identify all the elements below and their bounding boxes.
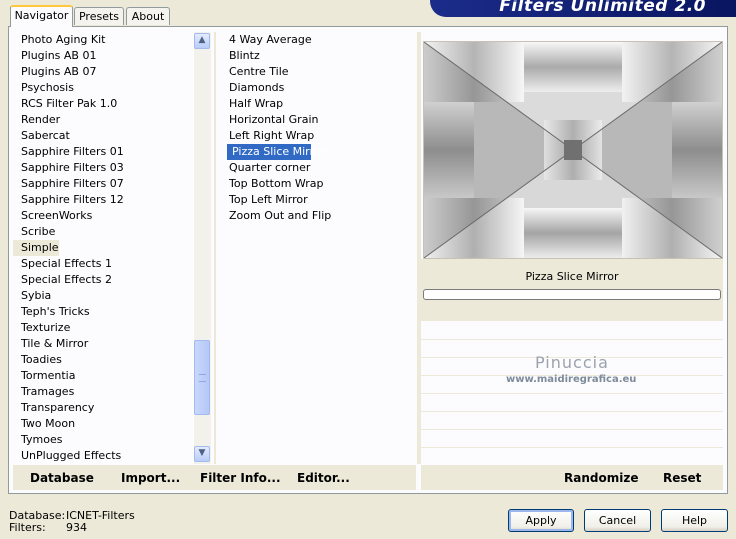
filter-preview: [423, 41, 723, 259]
randomize-button[interactable]: Randomize: [564, 471, 638, 485]
category-item[interactable]: Plugins AB 07: [13, 64, 193, 80]
category-item[interactable]: Toadies: [13, 352, 193, 368]
category-item[interactable]: ScreenWorks: [13, 208, 193, 224]
filter-item[interactable]: Top Bottom Wrap: [224, 176, 414, 192]
category-item[interactable]: Tymoes: [13, 432, 193, 448]
category-item[interactable]: Sapphire Filters 12: [13, 192, 193, 208]
category-item[interactable]: Photo Aging Kit: [13, 32, 193, 48]
filter-item[interactable]: Left Right Wrap: [224, 128, 414, 144]
param-row: [421, 412, 723, 430]
category-item[interactable]: Tramages: [13, 384, 193, 400]
editor-button[interactable]: Editor...: [297, 471, 350, 485]
cancel-button[interactable]: Cancel: [584, 509, 651, 532]
param-row: [421, 430, 723, 448]
param-row: [421, 322, 723, 340]
category-item[interactable]: Tile & Mirror: [13, 336, 193, 352]
category-item[interactable]: Tormentia: [13, 368, 193, 384]
filter-item[interactable]: Half Wrap: [224, 96, 414, 112]
category-item[interactable]: Psychosis: [13, 80, 193, 96]
filter-item[interactable]: 4 Way Average: [224, 32, 414, 48]
filter-item[interactable]: Pizza Slice Mirror: [227, 144, 325, 160]
category-item[interactable]: RCS Filter Pak 1.0: [13, 96, 193, 112]
filter-item[interactable]: Quarter corner: [224, 160, 414, 176]
category-item[interactable]: Sybia: [13, 288, 193, 304]
reset-button[interactable]: Reset: [663, 471, 701, 485]
scroll-down-button[interactable]: ▼: [194, 446, 210, 462]
preview-image: [424, 42, 722, 258]
category-item[interactable]: Render: [13, 112, 193, 128]
left-button-bar: Database Import... Filter Info... Editor…: [13, 465, 416, 490]
scroll-up-button[interactable]: ▲: [194, 33, 210, 49]
scroll-thumb[interactable]: [194, 340, 210, 415]
tab-presets[interactable]: Presets: [74, 7, 124, 25]
watermark-name: Pinuccia: [535, 353, 609, 372]
category-item[interactable]: Sapphire Filters 03: [13, 160, 193, 176]
right-button-bar: Randomize Reset: [421, 465, 723, 490]
filter-item[interactable]: Horizontal Grain: [224, 112, 414, 128]
apply-button[interactable]: Apply: [508, 509, 574, 532]
category-item[interactable]: Sapphire Filters 01: [13, 144, 193, 160]
status-filters: Filters: 934: [9, 521, 87, 534]
filter-item[interactable]: Top Left Mirror: [224, 192, 414, 208]
tab-navigator[interactable]: Navigator: [10, 5, 73, 27]
filter-item[interactable]: Diamonds: [224, 80, 414, 96]
filter-item[interactable]: Centre Tile: [224, 64, 414, 80]
category-list[interactable]: Photo Aging Kit Plugins AB 01 Plugins AB 0…: [13, 32, 193, 464]
category-item[interactable]: Sapphire Filters 07: [13, 176, 193, 192]
app-title: Filters Unlimited 2.0: [499, 0, 706, 16]
title-banner: Filters Unlimited 2.0: [430, 0, 736, 17]
filter-list[interactable]: 4 Way Average Blintz Centre Tile Diamonds Ha…: [224, 32, 414, 224]
database-button[interactable]: Database: [30, 471, 94, 485]
category-scrollbar[interactable]: ▲ ▼: [193, 32, 211, 464]
progress-bar: [423, 289, 721, 300]
category-item[interactable]: Special Effects 2: [13, 272, 193, 288]
help-button[interactable]: Help: [661, 509, 728, 532]
grip-icon: [199, 374, 206, 382]
param-row: [421, 394, 723, 412]
category-item[interactable]: UnPlugged Effects: [13, 448, 193, 464]
filter-info-button[interactable]: Filter Info...: [200, 471, 281, 485]
filters-label: Filters:: [9, 521, 46, 534]
category-item[interactable]: Simple: [13, 240, 59, 256]
tab-about[interactable]: About: [126, 7, 170, 25]
category-item[interactable]: Sabercat: [13, 128, 193, 144]
watermark-url: www.maidiregrafica.eu: [506, 374, 637, 385]
filter-item[interactable]: Blintz: [224, 48, 414, 64]
parameter-area: [421, 322, 723, 466]
preview-filter-name: Pizza Slice Mirror: [525, 270, 619, 283]
category-item[interactable]: Transparency: [13, 400, 193, 416]
category-item[interactable]: Scribe: [13, 224, 193, 240]
list-divider: [214, 32, 216, 464]
category-item[interactable]: Teph's Tricks: [13, 304, 193, 320]
import-button[interactable]: Import...: [121, 471, 180, 485]
category-item[interactable]: Texturize: [13, 320, 193, 336]
param-row: [421, 448, 723, 466]
filters-value: 934: [66, 521, 87, 534]
filter-item[interactable]: Zoom Out and Flip: [224, 208, 414, 224]
category-item[interactable]: Two Moon: [13, 416, 193, 432]
category-item[interactable]: Special Effects 1: [13, 256, 193, 272]
category-item[interactable]: Plugins AB 01: [13, 48, 193, 64]
